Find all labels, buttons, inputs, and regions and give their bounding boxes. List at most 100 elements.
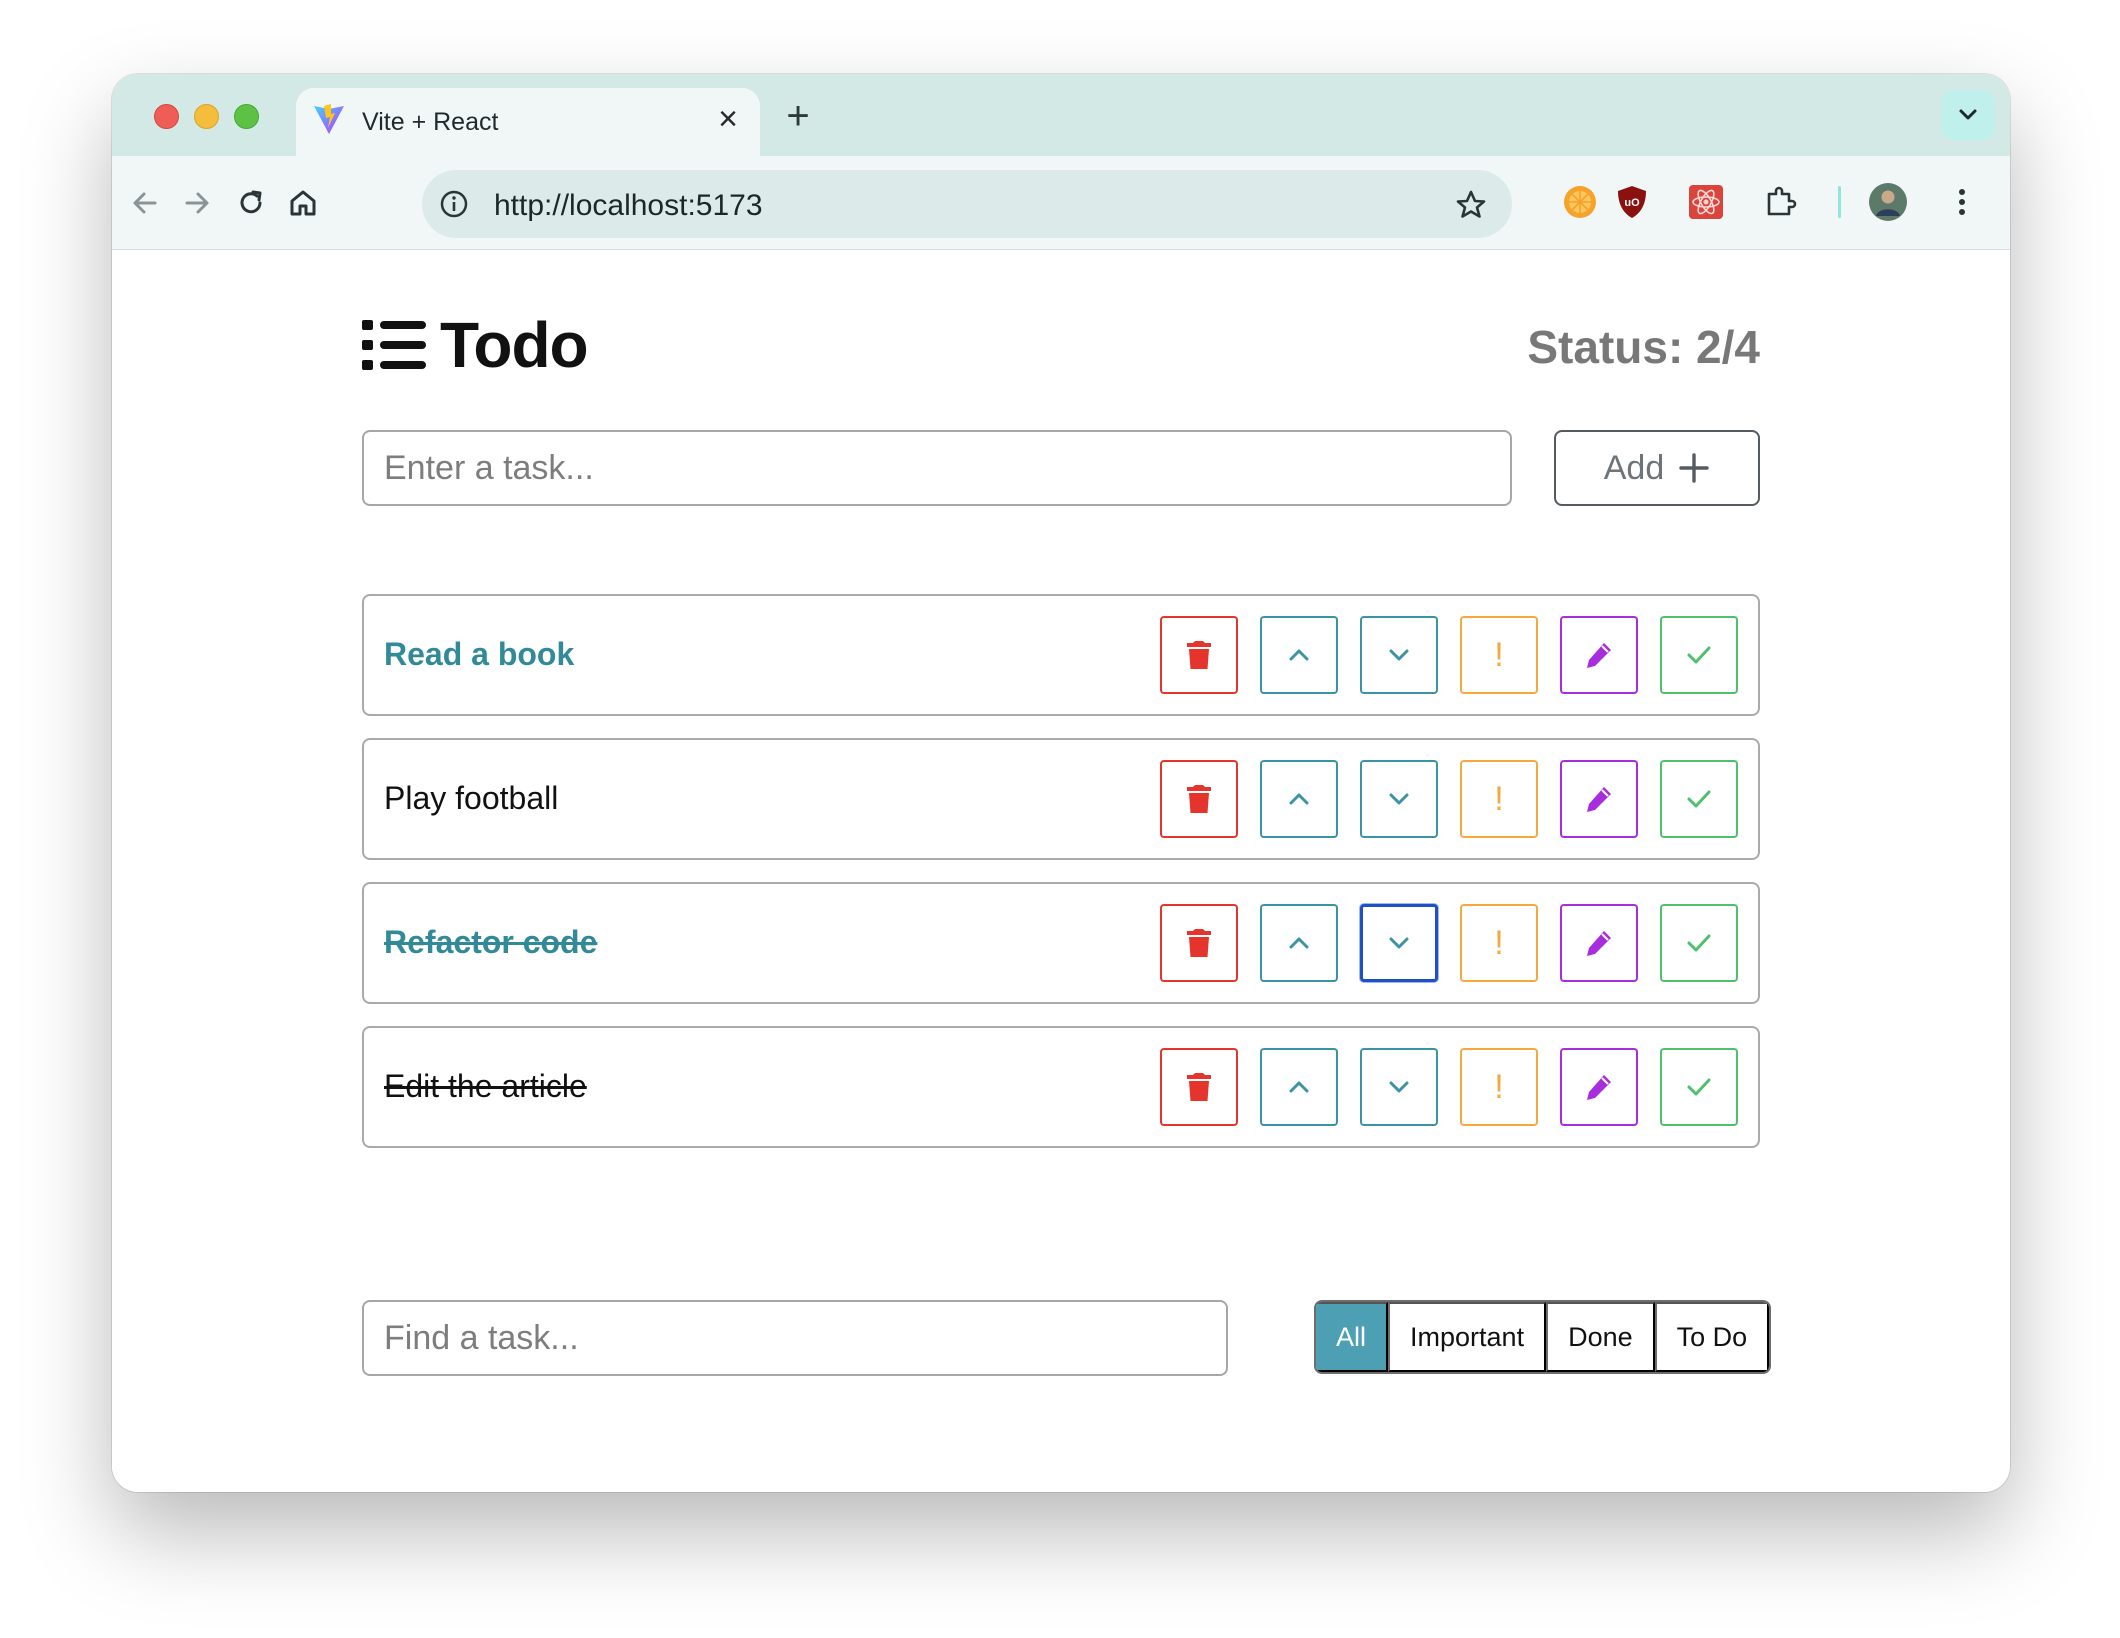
task-item: Read a book ! <box>362 594 1760 716</box>
delete-task-button[interactable] <box>1160 616 1238 694</box>
browser-tab[interactable]: Vite + React × <box>296 88 760 156</box>
trash-icon <box>1187 641 1211 669</box>
toolbar-divider <box>1838 186 1841 218</box>
move-up-button[interactable] <box>1260 904 1338 982</box>
find-task-input[interactable] <box>362 1300 1228 1376</box>
mark-important-button[interactable]: ! <box>1460 760 1538 838</box>
home-icon[interactable] <box>284 184 322 222</box>
close-tab-icon[interactable]: × <box>710 101 746 137</box>
task-name[interactable]: Play football <box>384 780 558 817</box>
task-list: Read a book ! Play football ! Refactor c… <box>362 594 1760 1170</box>
delete-task-button[interactable] <box>1160 760 1238 838</box>
checkmark-icon <box>1687 646 1711 664</box>
chevron-down-icon <box>1389 649 1409 661</box>
exclamation-icon: ! <box>1494 923 1504 962</box>
checkmark-icon <box>1687 934 1711 952</box>
task-name[interactable]: Edit the article <box>384 1068 587 1105</box>
edit-task-button[interactable] <box>1560 1048 1638 1126</box>
svg-text:uO: uO <box>1624 197 1640 209</box>
add-button-label: Add <box>1603 448 1665 487</box>
minimize-window-button[interactable] <box>194 104 219 129</box>
url-text[interactable]: http://localhost:5173 <box>494 189 763 223</box>
delete-task-button[interactable] <box>1160 1048 1238 1126</box>
filter-important-button[interactable]: Important <box>1388 1302 1547 1372</box>
mark-done-button[interactable] <box>1660 904 1738 982</box>
browser-toolbar: http://localhost:5173 uO <box>112 156 2010 250</box>
tab-strip: Vite + React × + <box>112 74 2010 156</box>
back-icon[interactable] <box>126 184 164 222</box>
trash-icon <box>1187 785 1211 813</box>
task-item: Play football ! <box>362 738 1760 860</box>
trash-icon <box>1187 929 1211 957</box>
move-up-button[interactable] <box>1260 1048 1338 1126</box>
move-down-button[interactable] <box>1360 616 1438 694</box>
profile-avatar[interactable] <box>1868 182 1908 222</box>
move-up-button[interactable] <box>1260 616 1338 694</box>
vite-logo-icon <box>314 104 344 134</box>
zoom-window-button[interactable] <box>234 104 259 129</box>
page-title: Todo <box>362 309 589 381</box>
tab-search-button[interactable] <box>1942 90 1994 140</box>
extensions-puzzle-icon[interactable] <box>1760 182 1800 222</box>
pencil-icon <box>1587 1075 1611 1100</box>
chevron-up-icon <box>1289 937 1309 949</box>
task-actions: ! <box>1160 904 1738 982</box>
filter-all-button[interactable]: All <box>1316 1302 1389 1372</box>
chevron-up-icon <box>1289 793 1309 805</box>
exclamation-icon: ! <box>1494 635 1504 674</box>
task-actions: ! <box>1160 1048 1738 1126</box>
move-down-button[interactable] <box>1360 1048 1438 1126</box>
filter-button-group: All Important Done To Do <box>1314 1300 1772 1374</box>
ublock-shield-icon[interactable]: uO <box>1612 182 1652 222</box>
chevron-down-icon <box>1389 1081 1409 1093</box>
orange-extension-icon[interactable] <box>1560 182 1600 222</box>
status-counter: Status: 2/4 <box>1527 321 1760 373</box>
mark-done-button[interactable] <box>1660 1048 1738 1126</box>
task-actions: ! <box>1160 760 1738 838</box>
react-devtools-icon[interactable] <box>1686 182 1726 222</box>
delete-task-button[interactable] <box>1160 904 1238 982</box>
more-menu-icon[interactable] <box>1942 182 1982 222</box>
list-icon <box>362 320 426 370</box>
plus-icon <box>1679 453 1709 483</box>
site-info-icon[interactable] <box>436 186 472 222</box>
checkmark-icon <box>1687 790 1711 808</box>
exclamation-icon: ! <box>1494 779 1504 818</box>
edit-task-button[interactable] <box>1560 904 1638 982</box>
checkmark-icon <box>1687 1078 1711 1096</box>
pencil-icon <box>1587 787 1611 812</box>
chevron-down-icon <box>1389 793 1409 805</box>
exclamation-icon: ! <box>1494 1067 1504 1106</box>
chevron-up-icon <box>1289 1081 1309 1093</box>
move-up-button[interactable] <box>1260 760 1338 838</box>
close-window-button[interactable] <box>154 104 179 129</box>
chevron-down-icon <box>1389 937 1409 949</box>
add-task-button[interactable]: Add <box>1554 430 1760 506</box>
tab-title: Vite + React <box>362 108 499 136</box>
mark-important-button[interactable]: ! <box>1460 904 1538 982</box>
mark-important-button[interactable]: ! <box>1460 616 1538 694</box>
task-name[interactable]: Refactor code <box>384 924 597 961</box>
filter-todo-button[interactable]: To Do <box>1654 1302 1770 1372</box>
edit-task-button[interactable] <box>1560 616 1638 694</box>
chevron-down-icon <box>1959 109 1977 120</box>
address-bar[interactable]: http://localhost:5173 <box>422 170 1512 238</box>
task-item: Refactor code ! <box>362 882 1760 1004</box>
bookmark-star-icon[interactable] <box>1452 186 1490 224</box>
new-tab-button[interactable]: + <box>780 96 816 136</box>
browser-window: Vite + React × + http://localhost:5173 u… <box>112 74 2010 1492</box>
todo-app: Todo Status: 2/4 Add Read a book <box>112 250 2010 1492</box>
mark-done-button[interactable] <box>1660 760 1738 838</box>
mark-important-button[interactable]: ! <box>1460 1048 1538 1126</box>
reload-icon[interactable] <box>232 184 270 222</box>
forward-icon[interactable] <box>178 184 216 222</box>
task-name[interactable]: Read a book <box>384 636 574 673</box>
task-item: Edit the article ! <box>362 1026 1760 1148</box>
filter-done-button[interactable]: Done <box>1546 1302 1655 1372</box>
move-down-button[interactable] <box>1360 760 1438 838</box>
task-input[interactable] <box>362 430 1512 506</box>
edit-task-button[interactable] <box>1560 760 1638 838</box>
pencil-icon <box>1587 643 1611 668</box>
mark-done-button[interactable] <box>1660 616 1738 694</box>
move-down-button[interactable] <box>1360 904 1438 982</box>
